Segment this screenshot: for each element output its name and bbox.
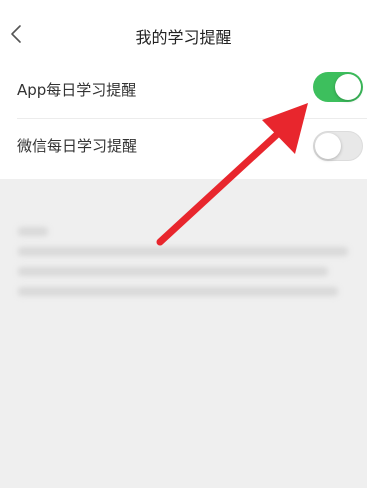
page-title: 我的学习提醒 <box>135 28 232 47</box>
wechat-daily-reminder-row: 微信每日学习提醒 <box>0 118 367 174</box>
app-daily-reminder-row: App每日学习提醒 <box>0 62 367 119</box>
blurred-notice-text <box>0 179 367 488</box>
wechat-daily-reminder-toggle[interactable] <box>313 131 363 161</box>
app-daily-reminder-toggle[interactable] <box>313 72 363 102</box>
blurred-text-line <box>18 267 328 276</box>
blurred-text-line <box>18 227 48 236</box>
toggle-knob <box>335 74 361 100</box>
blurred-text-line <box>18 247 348 256</box>
screen: 我的学习提醒 App每日学习提醒 微信每日学习提醒 <box>0 0 367 488</box>
app-daily-reminder-label: App每日学习提醒 <box>17 81 137 99</box>
nav-bar: 我的学习提醒 <box>0 0 367 62</box>
blurred-text-line <box>18 287 338 296</box>
wechat-daily-reminder-label: 微信每日学习提醒 <box>17 137 138 155</box>
toggle-knob <box>315 133 341 159</box>
reminder-settings-list: App每日学习提醒 微信每日学习提醒 <box>0 62 367 179</box>
